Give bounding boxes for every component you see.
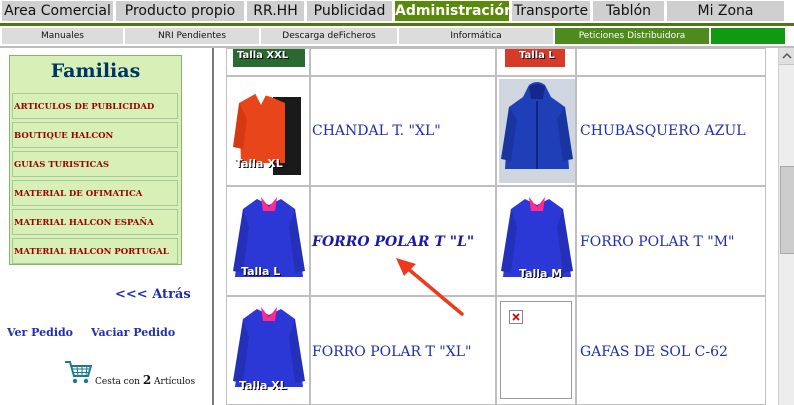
subtab-peticiones-distribuidora[interactable]: Peticiones Distribuidora <box>555 28 709 44</box>
fleece-image[interactable]: Talla M <box>499 193 575 289</box>
raincoat-image[interactable] <box>499 79 575 183</box>
tab-rrhh[interactable]: RR.HH <box>247 1 304 21</box>
product-image-partial[interactable]: Talla XXL <box>233 49 305 67</box>
family-item-material-halcon-espana[interactable]: MATERIAL HALCON ESPAÑA <box>12 209 178 235</box>
subtab-descarga-ficheros[interactable]: Descarga deFicheros <box>261 28 397 44</box>
view-order-link[interactable]: Ver Pedido <box>7 326 73 339</box>
product-cell <box>310 48 496 76</box>
family-item-material-halcon-portugal[interactable]: MATERIAL HALCON PORTUGAL <box>12 238 178 264</box>
size-label: Talla XXL <box>237 50 289 61</box>
subtab-informatica[interactable]: Informática <box>399 28 553 44</box>
cart-summary: Cesta con 2 Artículos <box>95 373 195 387</box>
scrollbar-thumb[interactable] <box>780 166 794 254</box>
family-item-material-ofimatica[interactable]: MATERIAL DE OFIMATICA <box>12 180 178 206</box>
vertical-scrollbar[interactable] <box>778 48 794 405</box>
product-name-cell: FORRO POLAR T "M" <box>576 186 766 296</box>
product-cell: Talla XXL <box>226 48 310 76</box>
sub-navigation: Manuales NRI Pendientes Descarga deFiche… <box>0 26 794 46</box>
product-name-cell: GAFAS DE SOL C-62 <box>576 296 766 405</box>
subtab-blank[interactable] <box>711 28 785 44</box>
chevron-up-icon <box>782 52 792 59</box>
cart-prefix: Cesta con <box>95 377 140 387</box>
product-image-cell: Talla XL <box>226 296 310 405</box>
annotation-arrow-icon <box>396 258 464 316</box>
product-image-cell: Talla L <box>226 186 310 296</box>
product-name-cell: CHANDAL T. "XL" <box>310 76 496 186</box>
families-panel: Familias ARTICULOS DE PUBLICIDAD BOUTIQU… <box>9 55 182 265</box>
tab-producto-propio[interactable]: Producto propio <box>116 1 244 21</box>
product-image-partial[interactable]: Talla L <box>505 49 565 67</box>
product-image-cell <box>496 76 576 186</box>
family-item-guias-turisticas[interactable]: GUIAS TURISTICAS <box>12 151 178 177</box>
broken-image-placeholder[interactable] <box>500 301 572 399</box>
tab-publicidad[interactable]: Publicidad <box>307 1 392 21</box>
cart-count: 2 <box>142 373 152 387</box>
raincoat-icon <box>501 82 573 169</box>
scroll-up-button[interactable] <box>779 48 794 65</box>
tab-administracion[interactable]: Administración <box>395 1 514 21</box>
size-label: Talla XL <box>239 379 287 392</box>
families-title: Familias <box>50 60 141 82</box>
subtab-manuales[interactable]: Manuales <box>2 28 123 44</box>
product-name-link[interactable]: FORRO POLAR T "XL" <box>312 344 471 360</box>
subtab-nri-pendientes[interactable]: NRI Pendientes <box>125 28 259 44</box>
product-name-link[interactable]: CHANDAL T. "XL" <box>312 123 441 139</box>
family-item-articulos-publicidad[interactable]: ARTICULOS DE PUBLICIDAD <box>12 93 178 119</box>
product-name-link[interactable]: CHUBASQUERO AZUL <box>580 123 746 139</box>
cart-suffix: Artículos <box>154 377 196 387</box>
product-image-cell: Talla M <box>496 186 576 296</box>
product-name-link[interactable]: GAFAS DE SOL C-62 <box>580 344 728 360</box>
size-label: Talla XL <box>235 157 283 170</box>
product-image-cell: Talla XL <box>226 76 310 186</box>
panel-divider <box>212 48 214 405</box>
product-cell: Talla L <box>496 48 576 76</box>
tracksuit-image[interactable]: Talla XL <box>231 83 307 179</box>
size-label: Talla L <box>519 50 555 61</box>
fleece-image[interactable]: Talla XL <box>231 303 307 399</box>
product-name-cell: CHUBASQUERO AZUL <box>576 76 766 186</box>
product-cell <box>576 48 766 76</box>
tab-tablon[interactable]: Tablón <box>593 1 664 21</box>
tab-mi-zona[interactable]: Mi Zona <box>667 1 784 21</box>
empty-order-link[interactable]: Vaciar Pedido <box>91 326 175 339</box>
tab-area-comercial[interactable]: Area Comercial <box>2 1 113 21</box>
size-label: Talla M <box>519 267 563 280</box>
product-name-link-selected[interactable]: FORRO POLAR T "L" <box>312 234 474 250</box>
back-link[interactable]: <<< Atrás <box>115 287 191 302</box>
tab-transporte[interactable]: Transporte <box>512 1 590 21</box>
broken-image-icon <box>509 310 523 324</box>
size-label: Talla L <box>241 265 281 278</box>
fleece-image[interactable]: Talla L <box>231 193 307 289</box>
product-image-cell <box>496 296 576 405</box>
top-navigation: Area Comercial Producto propio RR.HH Pub… <box>0 0 794 23</box>
shopping-cart-icon[interactable] <box>64 359 92 385</box>
family-item-boutique-halcon[interactable]: BOUTIQUE HALCON <box>12 122 178 148</box>
product-name-link[interactable]: FORRO POLAR T "M" <box>580 234 735 250</box>
